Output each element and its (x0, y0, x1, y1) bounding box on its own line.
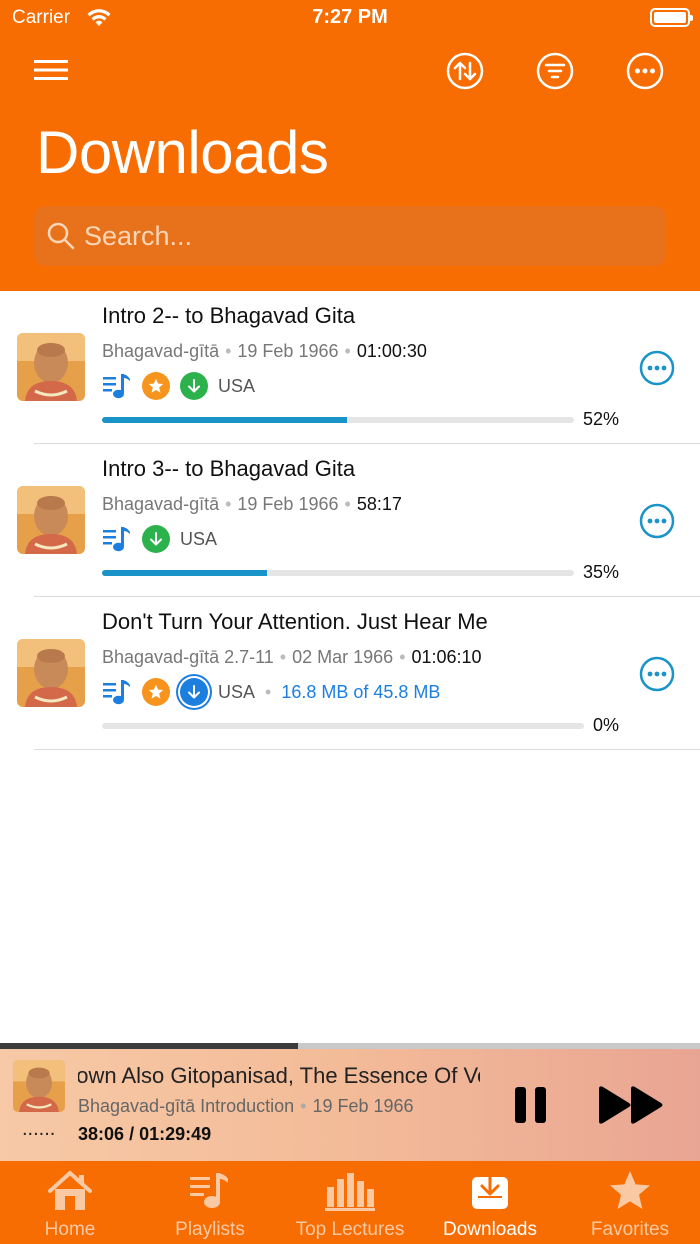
lecture-tags: USA • 16.8 MB of 45.8 MB (102, 677, 440, 707)
tab-home[interactable]: Home (0, 1161, 140, 1244)
lecture-artwork (17, 486, 85, 554)
tab-label: Downloads (443, 1219, 537, 1240)
lecture-location: USA (180, 528, 218, 549)
lecture-title: Don't Turn Your Attention. Just Hear Me (102, 609, 488, 634)
lecture-tags: USA (102, 371, 255, 401)
downloading-icon (180, 678, 208, 706)
more-icon[interactable] (625, 51, 665, 91)
header: Carrier 7:27 PM Downloads (0, 0, 700, 291)
lecture-duration: 01:00:30 (356, 341, 427, 361)
row-divider (34, 749, 700, 750)
menu-icon[interactable] (31, 50, 71, 90)
tab-bar: Home Playlists Top Lectures Downloads Fa… (0, 1161, 700, 1244)
player-total: 01:29:49 (139, 1124, 212, 1144)
sort-icon[interactable] (445, 51, 485, 91)
lecture-tags: USA (102, 524, 217, 554)
home-icon (48, 1171, 92, 1210)
download-row[interactable]: Intro 2-- to Bhagavad Gita Bhagavad-gītā •… (0, 291, 700, 444)
playlist-icon (190, 1173, 228, 1208)
download-tray-icon (472, 1171, 508, 1209)
lecture-date: 02 Mar 1966 (292, 647, 394, 667)
tab-downloads[interactable]: Downloads (420, 1161, 560, 1244)
lecture-location: USA (218, 681, 256, 702)
player-time-separator: / (129, 1124, 135, 1144)
favorite-star-icon (142, 678, 170, 706)
tab-playlists[interactable]: Playlists (140, 1161, 280, 1244)
playlist-icon (103, 527, 130, 552)
download-progress-label: 0% (593, 715, 620, 735)
pause-button[interactable] (513, 1085, 549, 1125)
player-progress-bar[interactable] (0, 1043, 700, 1049)
lecture-artwork (17, 639, 85, 707)
player-dots: ...... (22, 1118, 56, 1140)
status-bar: Carrier 7:27 PM (0, 0, 700, 36)
download-progress-fill (102, 570, 268, 576)
download-size: 16.8 MB of 45.8 MB (281, 681, 441, 702)
lecture-date: 19 Feb 1966 (237, 494, 339, 514)
player-title-text: nown Also Gitopanisad, The Essence Of Ve… (78, 1063, 480, 1088)
player-date: 19 Feb 1966 (312, 1096, 414, 1116)
lecture-date: 19 Feb 1966 (237, 341, 339, 361)
lecture-artwork (17, 333, 85, 401)
download-progress-bar (102, 417, 574, 423)
lecture-book: Bhagavad-gītā (102, 341, 220, 361)
row-more-button[interactable] (639, 656, 675, 692)
lecture-book: Bhagavad-gītā (102, 494, 220, 514)
player-artwork (13, 1060, 65, 1112)
row-more-button[interactable] (639, 350, 675, 386)
downloaded-check-icon (180, 372, 208, 400)
lecture-book: Bhagavad-gītā 2.7-11 (102, 647, 274, 667)
search-input[interactable] (84, 216, 644, 256)
playlist-icon (103, 374, 130, 399)
page-title: Downloads (36, 119, 329, 186)
download-progress-label: 52% (583, 409, 620, 429)
search-icon (47, 222, 75, 250)
tab-label: Favorites (590, 1219, 670, 1240)
tab-favorites[interactable]: Favorites (560, 1161, 700, 1244)
download-progress-bar (102, 570, 574, 576)
playlist-icon (103, 680, 130, 705)
favorite-star-icon (142, 372, 170, 400)
lecture-meta: Bhagavad-gītā 2.7-11 • 02 Mar 1966 • 01:06:1… (102, 647, 482, 667)
filter-icon[interactable] (535, 51, 575, 91)
lecture-duration: 01:06:10 (411, 647, 482, 667)
download-progress-bar (102, 723, 584, 729)
fast-forward-button[interactable] (597, 1085, 665, 1125)
download-progress-fill (102, 417, 348, 423)
star-icon (610, 1171, 650, 1209)
tab-top-lectures[interactable]: Top Lectures (280, 1161, 420, 1244)
player-meta: Bhagavad-gītā Introduction • 19 Feb 1966 (78, 1096, 414, 1116)
tab-label: Playlists (175, 1219, 245, 1240)
download-progress-label: 35% (583, 562, 620, 582)
player-title: nown Also Gitopanisad, The Essence Of Ve… (78, 1063, 480, 1089)
mini-player[interactable]: ...... nown Also Gitopanisad, The Essenc… (0, 1043, 700, 1161)
lecture-title: Intro 2-- to Bhagavad Gita (102, 303, 356, 328)
lecture-title: Intro 3-- to Bhagavad Gita (102, 456, 356, 481)
tab-label: Home (44, 1219, 96, 1240)
tab-label: Top Lectures (295, 1219, 405, 1240)
search-bar[interactable] (34, 206, 666, 266)
player-time: 38:06 / 01:29:49 (78, 1124, 211, 1145)
download-row[interactable]: Intro 3-- to Bhagavad Gita Bhagavad-gītā •… (0, 444, 700, 597)
status-time: 7:27 PM (312, 6, 388, 28)
lecture-meta: Bhagavad-gītā • 19 Feb 1966 • 58:17 (102, 494, 402, 514)
download-row[interactable]: Don't Turn Your Attention. Just Hear Me B… (0, 597, 700, 750)
lecture-duration: 58:17 (356, 494, 402, 514)
downloads-list: Intro 2-- to Bhagavad Gita Bhagavad-gītā •… (0, 291, 700, 750)
lecture-meta: Bhagavad-gītā • 19 Feb 1966 • 01:00:30 (102, 341, 427, 361)
lecture-location: USA (218, 375, 256, 396)
row-more-button[interactable] (639, 503, 675, 539)
player-progress-fill (0, 1043, 298, 1049)
bar-chart-icon (325, 1173, 375, 1211)
player-elapsed: 38:06 (78, 1124, 125, 1144)
battery-icon (650, 8, 693, 27)
player-book: Bhagavad-gītā Introduction (78, 1096, 295, 1116)
downloaded-check-icon (142, 525, 170, 553)
